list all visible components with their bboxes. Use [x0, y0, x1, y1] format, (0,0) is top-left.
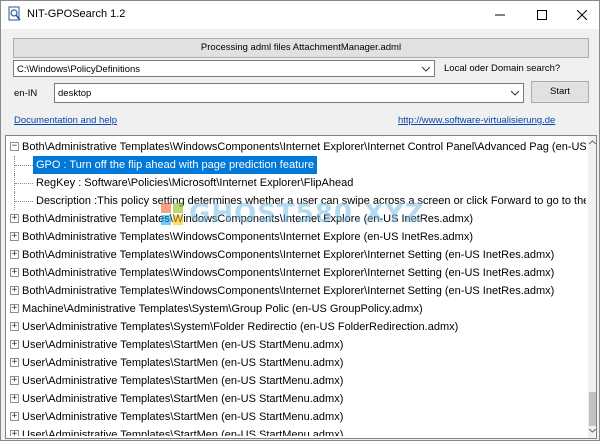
tree-item-label: Both\Administrative Templates\WindowsCom…: [22, 249, 555, 261]
tree-item-label: User\Administrative Templates\StartMen (…: [22, 411, 344, 423]
magnifier-doc-icon: [8, 6, 21, 21]
scroll-up-icon[interactable]: [589, 140, 596, 145]
tree-rows: − Both\Administrative Templates\WindowsCo…: [6, 138, 586, 436]
tree-node[interactable]: + User\Administrative Templates\StartMen …: [6, 354, 586, 372]
tree-node[interactable]: + Both\Administrative Templates\WindowsCo…: [6, 246, 586, 264]
maximize-button[interactable]: [523, 1, 561, 29]
expand-icon[interactable]: +: [10, 376, 19, 385]
tree-node[interactable]: + User\Administrative Templates\StartMen …: [6, 408, 586, 426]
tree-item-label: User\Administrative Templates\StartMen (…: [22, 357, 344, 369]
tree-connector: [15, 201, 33, 202]
expand-icon[interactable]: +: [10, 214, 19, 223]
search-input[interactable]: [54, 83, 524, 103]
tree-item-label: RegKey : Software\Policies\Microsoft\Int…: [36, 177, 354, 189]
website-link[interactable]: http://www.software-virtualisierung.de: [398, 115, 555, 126]
tree-node[interactable]: + Both\Administrative Templates\WindowsCo…: [6, 264, 586, 282]
tree-node[interactable]: + User\Administrative Templates\System\Fo…: [6, 318, 586, 336]
expand-icon[interactable]: +: [10, 286, 19, 295]
tree-item-label: User\Administrative Templates\StartMen (…: [22, 393, 344, 405]
scroll-down-icon[interactable]: [589, 428, 596, 433]
status-display: Processing adml files AttachmentManager.…: [13, 38, 589, 58]
tree-node[interactable]: + Machine\Administrative Templates\System…: [6, 300, 586, 318]
expand-icon[interactable]: +: [10, 232, 19, 241]
tree-node[interactable]: + User\Administrative Templates\StartMen …: [6, 390, 586, 408]
tree-item-label: User\Administrative Templates\StartMen (…: [22, 339, 344, 351]
vertical-scrollbar[interactable]: [588, 136, 596, 438]
windows-logo-icon: [161, 203, 183, 225]
tree-item-label: User\Administrative Templates\StartMen (…: [22, 375, 344, 387]
watermark-text: GHOST580.XYZ: [189, 199, 425, 229]
tree-node[interactable]: + User\Administrative Templates\StartMen …: [6, 426, 586, 436]
tree-node[interactable]: + User\Administrative Templates\StartMen …: [6, 372, 586, 390]
expand-icon[interactable]: +: [10, 250, 19, 259]
tree-item-label: Both\Administrative Templates\WindowsCom…: [22, 285, 555, 297]
scope-label: Local oder Domain search?: [444, 63, 561, 74]
tree-item-label: User\Administrative Templates\StartMen (…: [22, 429, 344, 436]
expand-icon[interactable]: +: [10, 394, 19, 403]
policy-path-select[interactable]: C:\Windows\PolicyDefinitions: [13, 60, 435, 77]
results-tree[interactable]: − Both\Administrative Templates\WindowsCo…: [5, 135, 597, 439]
tree-connector: [15, 165, 33, 166]
tree-connector: [15, 183, 33, 184]
scroll-thumb[interactable]: [589, 392, 596, 426]
close-button[interactable]: [563, 1, 600, 29]
chevron-down-icon[interactable]: [511, 90, 519, 96]
tree-item-label: Machine\Administrative Templates\System\…: [22, 303, 423, 315]
window-title: NIT-GPOSearch 1.2: [27, 8, 126, 20]
documentation-link[interactable]: Documentation and help: [14, 115, 117, 126]
close-icon: [577, 10, 587, 20]
tree-item-label-selected: GPO : Turn off the flip ahead with page …: [33, 156, 318, 174]
minimize-button[interactable]: [481, 1, 519, 29]
tree-item-label: User\Administrative Templates\System\Fol…: [22, 321, 459, 333]
expand-icon[interactable]: +: [10, 430, 19, 436]
tree-node[interactable]: + User\Administrative Templates\StartMen …: [6, 336, 586, 354]
tree-child-item[interactable]: RegKey : Software\Policies\Microsoft\Int…: [6, 174, 586, 192]
collapse-icon[interactable]: −: [10, 142, 19, 151]
maximize-icon: [537, 10, 547, 20]
watermark: GHOST580.XYZ: [161, 199, 424, 231]
tree-node[interactable]: + Both\Administrative Templates\WindowsCo…: [6, 282, 586, 300]
tree-item-label: Both\Administrative Templates\WindowsCom…: [22, 141, 586, 153]
app-window: NIT-GPOSearch 1.2 Processing adml files …: [0, 0, 600, 441]
tree-child-item[interactable]: GPO : Turn off the flip ahead with page …: [6, 156, 586, 174]
minimize-icon: [495, 14, 505, 16]
expand-icon[interactable]: +: [10, 268, 19, 277]
expand-icon[interactable]: +: [10, 304, 19, 313]
chevron-down-icon: [422, 66, 430, 72]
tree-node[interactable]: − Both\Administrative Templates\WindowsCo…: [6, 138, 586, 156]
expand-icon[interactable]: +: [10, 412, 19, 421]
tree-item-label: Both\Administrative Templates\WindowsCom…: [22, 267, 555, 279]
start-button[interactable]: Start: [531, 81, 589, 103]
title-bar: NIT-GPOSearch 1.2: [1, 1, 599, 29]
expand-icon[interactable]: +: [10, 340, 19, 349]
policy-path-value: C:\Windows\PolicyDefinitions: [17, 64, 141, 75]
expand-icon[interactable]: +: [10, 358, 19, 367]
language-label: en-IN: [14, 88, 38, 99]
expand-icon[interactable]: +: [10, 322, 19, 331]
